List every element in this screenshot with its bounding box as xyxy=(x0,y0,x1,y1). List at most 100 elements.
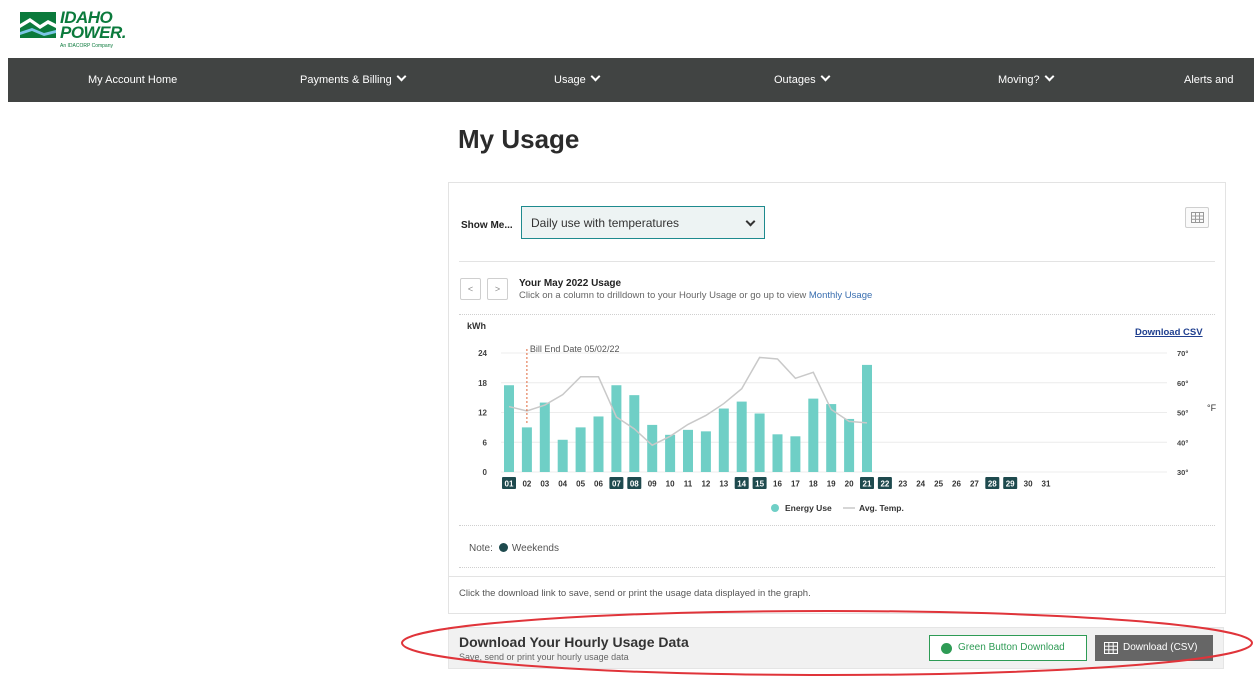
energy-bar xyxy=(754,413,765,472)
legend-energy-swatch xyxy=(771,504,779,512)
nav-my-account-home[interactable]: My Account Home xyxy=(88,58,177,102)
energy-bar xyxy=(790,436,801,472)
y2-tick-label: 30° xyxy=(1177,468,1188,477)
nav-usage[interactable]: Usage xyxy=(554,58,601,102)
x-tick-label: 07 xyxy=(612,480,621,489)
chart-subtitle: Click on a column to drilldown to your H… xyxy=(519,290,872,301)
table-icon xyxy=(1191,212,1204,223)
mountain-logo-icon xyxy=(20,12,56,38)
x-tick-label: 09 xyxy=(648,480,657,489)
x-tick-label: 21 xyxy=(863,480,872,489)
green-button-icon xyxy=(941,643,952,654)
main-nav: My Account Home Payments & Billing Usage… xyxy=(8,58,1254,102)
idaho-power-logo[interactable]: IDAHO POWER. An IDACORP Company xyxy=(20,9,135,52)
usage-chart: kWh °F 06121824 30°40°50°60°70° Bill End… xyxy=(467,321,1217,513)
x-tick-label: 16 xyxy=(773,480,782,489)
x-tick-label: 23 xyxy=(898,480,907,489)
x-tick-label: 08 xyxy=(630,480,639,489)
energy-bar xyxy=(862,364,872,472)
divider xyxy=(459,261,1215,262)
green-button-label: Green Button Download xyxy=(958,642,1065,653)
note-label: Note: xyxy=(469,543,493,554)
x-tick-label: 18 xyxy=(809,480,818,489)
legend-temp-label[interactable]: Avg. Temp. xyxy=(859,503,904,513)
prev-month-button[interactable]: < xyxy=(460,278,481,300)
x-tick-label: 31 xyxy=(1042,480,1051,489)
x-tick-label: 14 xyxy=(737,480,746,489)
x-tick-label: 17 xyxy=(791,480,800,489)
energy-bar xyxy=(539,402,550,472)
x-tick-label: 24 xyxy=(916,480,925,489)
view-select-value: Daily use with temperatures xyxy=(531,216,680,230)
energy-bar xyxy=(629,395,640,472)
next-arrow-icon: > xyxy=(494,284,501,294)
chevron-down-icon xyxy=(820,71,831,82)
nav-label: Moving? xyxy=(998,74,1040,86)
x-tick-label: 27 xyxy=(970,480,979,489)
y-axis-label: kWh xyxy=(467,321,486,331)
energy-bar xyxy=(700,431,711,472)
y-tick-label: 12 xyxy=(478,409,487,418)
download-title: Download Your Hourly Usage Data xyxy=(459,634,689,650)
energy-bar xyxy=(826,404,837,472)
table-view-button[interactable] xyxy=(1185,207,1209,228)
x-ticks: 01 02 03 04 05 06 07 08 09 10 11 12 13 14 15 16 17 18 19 20… xyxy=(502,477,1051,489)
chart-title: Your May 2022 Usage xyxy=(519,278,622,289)
prev-arrow-icon: < xyxy=(467,284,474,294)
energy-bar xyxy=(808,398,819,472)
energy-bar xyxy=(611,385,622,472)
next-month-button[interactable]: > xyxy=(487,278,508,300)
dotted-divider xyxy=(459,567,1215,568)
y2-tick-label: 70° xyxy=(1177,349,1188,358)
x-tick-label: 11 xyxy=(684,480,693,489)
y-tick-label: 6 xyxy=(483,438,488,447)
energy-bar xyxy=(521,427,532,472)
energy-bar xyxy=(844,418,855,472)
x-tick-label: 19 xyxy=(827,480,836,489)
x-tick-label: 28 xyxy=(988,480,997,489)
download-csv-button[interactable]: Download (CSV) xyxy=(1095,635,1213,661)
energy-bar xyxy=(504,385,514,472)
monthly-usage-link[interactable]: Monthly Usage xyxy=(809,290,872,301)
x-tick-label: 25 xyxy=(934,480,943,489)
energy-bar xyxy=(575,427,586,472)
nav-label: Alerts and xyxy=(1184,74,1234,86)
download-subtitle: Save, send or print your hourly usage da… xyxy=(459,652,629,662)
nav-payments-billing[interactable]: Payments & Billing xyxy=(300,58,407,102)
show-me-label: Show Me... xyxy=(461,220,513,231)
energy-bar xyxy=(736,401,747,472)
nav-label: My Account Home xyxy=(88,74,178,86)
bill-end-label: Bill End Date 05/02/22 xyxy=(530,344,620,354)
y-ticks: 0 6 12 18 24 xyxy=(478,349,487,477)
nav-outages[interactable]: Outages xyxy=(774,58,831,102)
green-button-download[interactable]: Green Button Download xyxy=(929,635,1087,661)
energy-bar xyxy=(647,424,658,472)
chevron-down-icon xyxy=(745,216,756,227)
y2-tick-label: 40° xyxy=(1177,438,1188,447)
weekend-dot-icon xyxy=(498,543,508,552)
chevron-down-icon xyxy=(1044,71,1055,82)
x-tick-label: 02 xyxy=(522,480,531,489)
energy-bar xyxy=(683,429,693,472)
legend-energy-label[interactable]: Energy Use xyxy=(785,503,832,513)
x-tick-label: 15 xyxy=(755,480,764,489)
x-tick-label: 13 xyxy=(719,480,728,489)
dotted-divider xyxy=(459,314,1215,315)
nav-label: Payments & Billing xyxy=(300,74,392,86)
energy-bar xyxy=(718,408,729,472)
y-tick-label: 24 xyxy=(478,349,487,358)
note: Note: Weekends xyxy=(469,542,559,554)
x-tick-label: 03 xyxy=(540,480,549,489)
y2-tick-label: 60° xyxy=(1177,379,1188,388)
x-tick-label: 04 xyxy=(558,480,567,489)
view-select[interactable]: Daily use with temperatures xyxy=(521,206,765,239)
nav-label: Usage xyxy=(554,74,586,86)
nav-moving[interactable]: Moving? xyxy=(998,58,1055,102)
y2-tick-label: 50° xyxy=(1177,409,1188,418)
y2-ticks: 30° 40° 50° 60° 70° xyxy=(1177,349,1188,477)
y2-axis-label: °F xyxy=(1207,403,1217,413)
nav-alerts[interactable]: Alerts and xyxy=(1184,58,1234,102)
x-tick-label: 01 xyxy=(505,480,514,489)
energy-bar xyxy=(557,439,568,472)
download-csv-link[interactable]: Download CSV xyxy=(1135,327,1203,338)
